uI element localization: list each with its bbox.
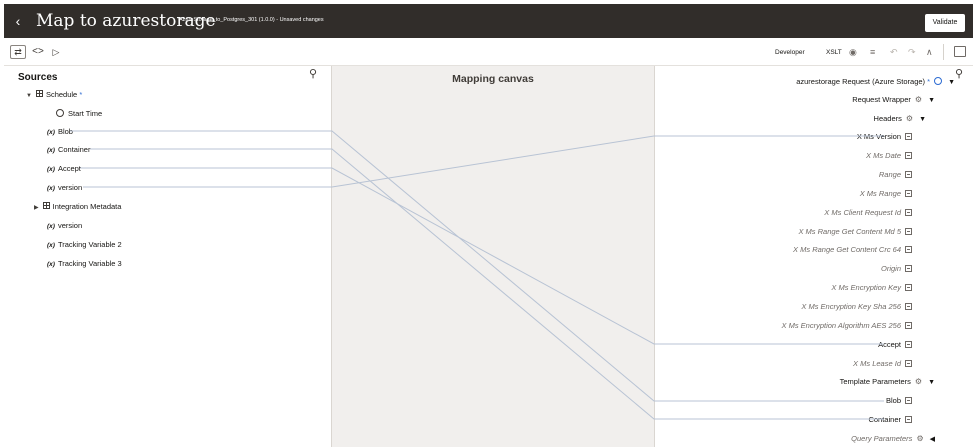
mapping-line-accept (80, 167, 884, 345)
mapping-lines (70, 130, 884, 420)
mapping-line-blob (70, 130, 884, 402)
mapper-window: ‹ Map to azurestorage AzureStorage_to_Po… (4, 4, 973, 447)
mapping-line-version (83, 135, 884, 188)
mapping-line-container (90, 148, 884, 420)
